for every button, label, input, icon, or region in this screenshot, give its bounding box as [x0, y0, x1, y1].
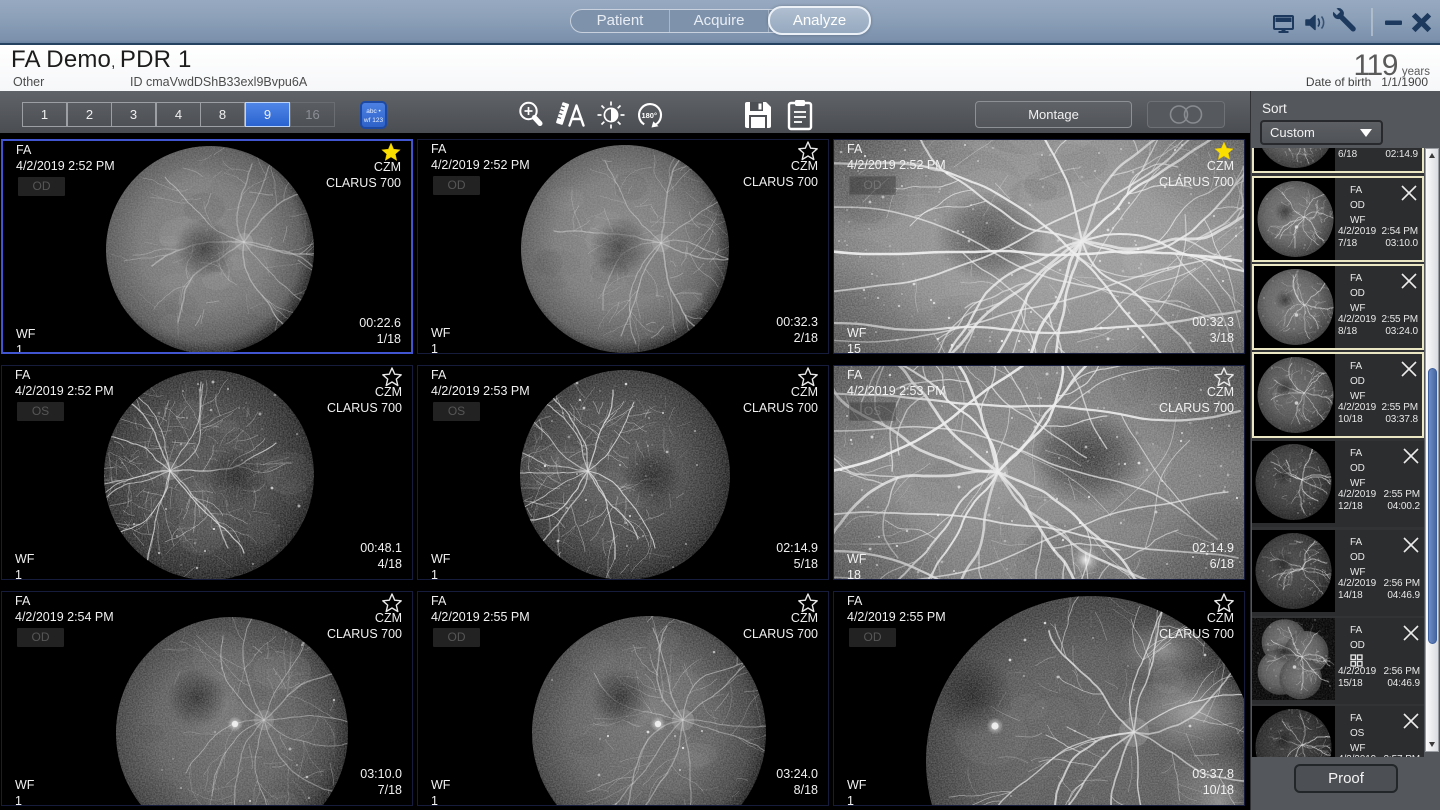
svg-text:180°: 180°	[641, 111, 657, 120]
